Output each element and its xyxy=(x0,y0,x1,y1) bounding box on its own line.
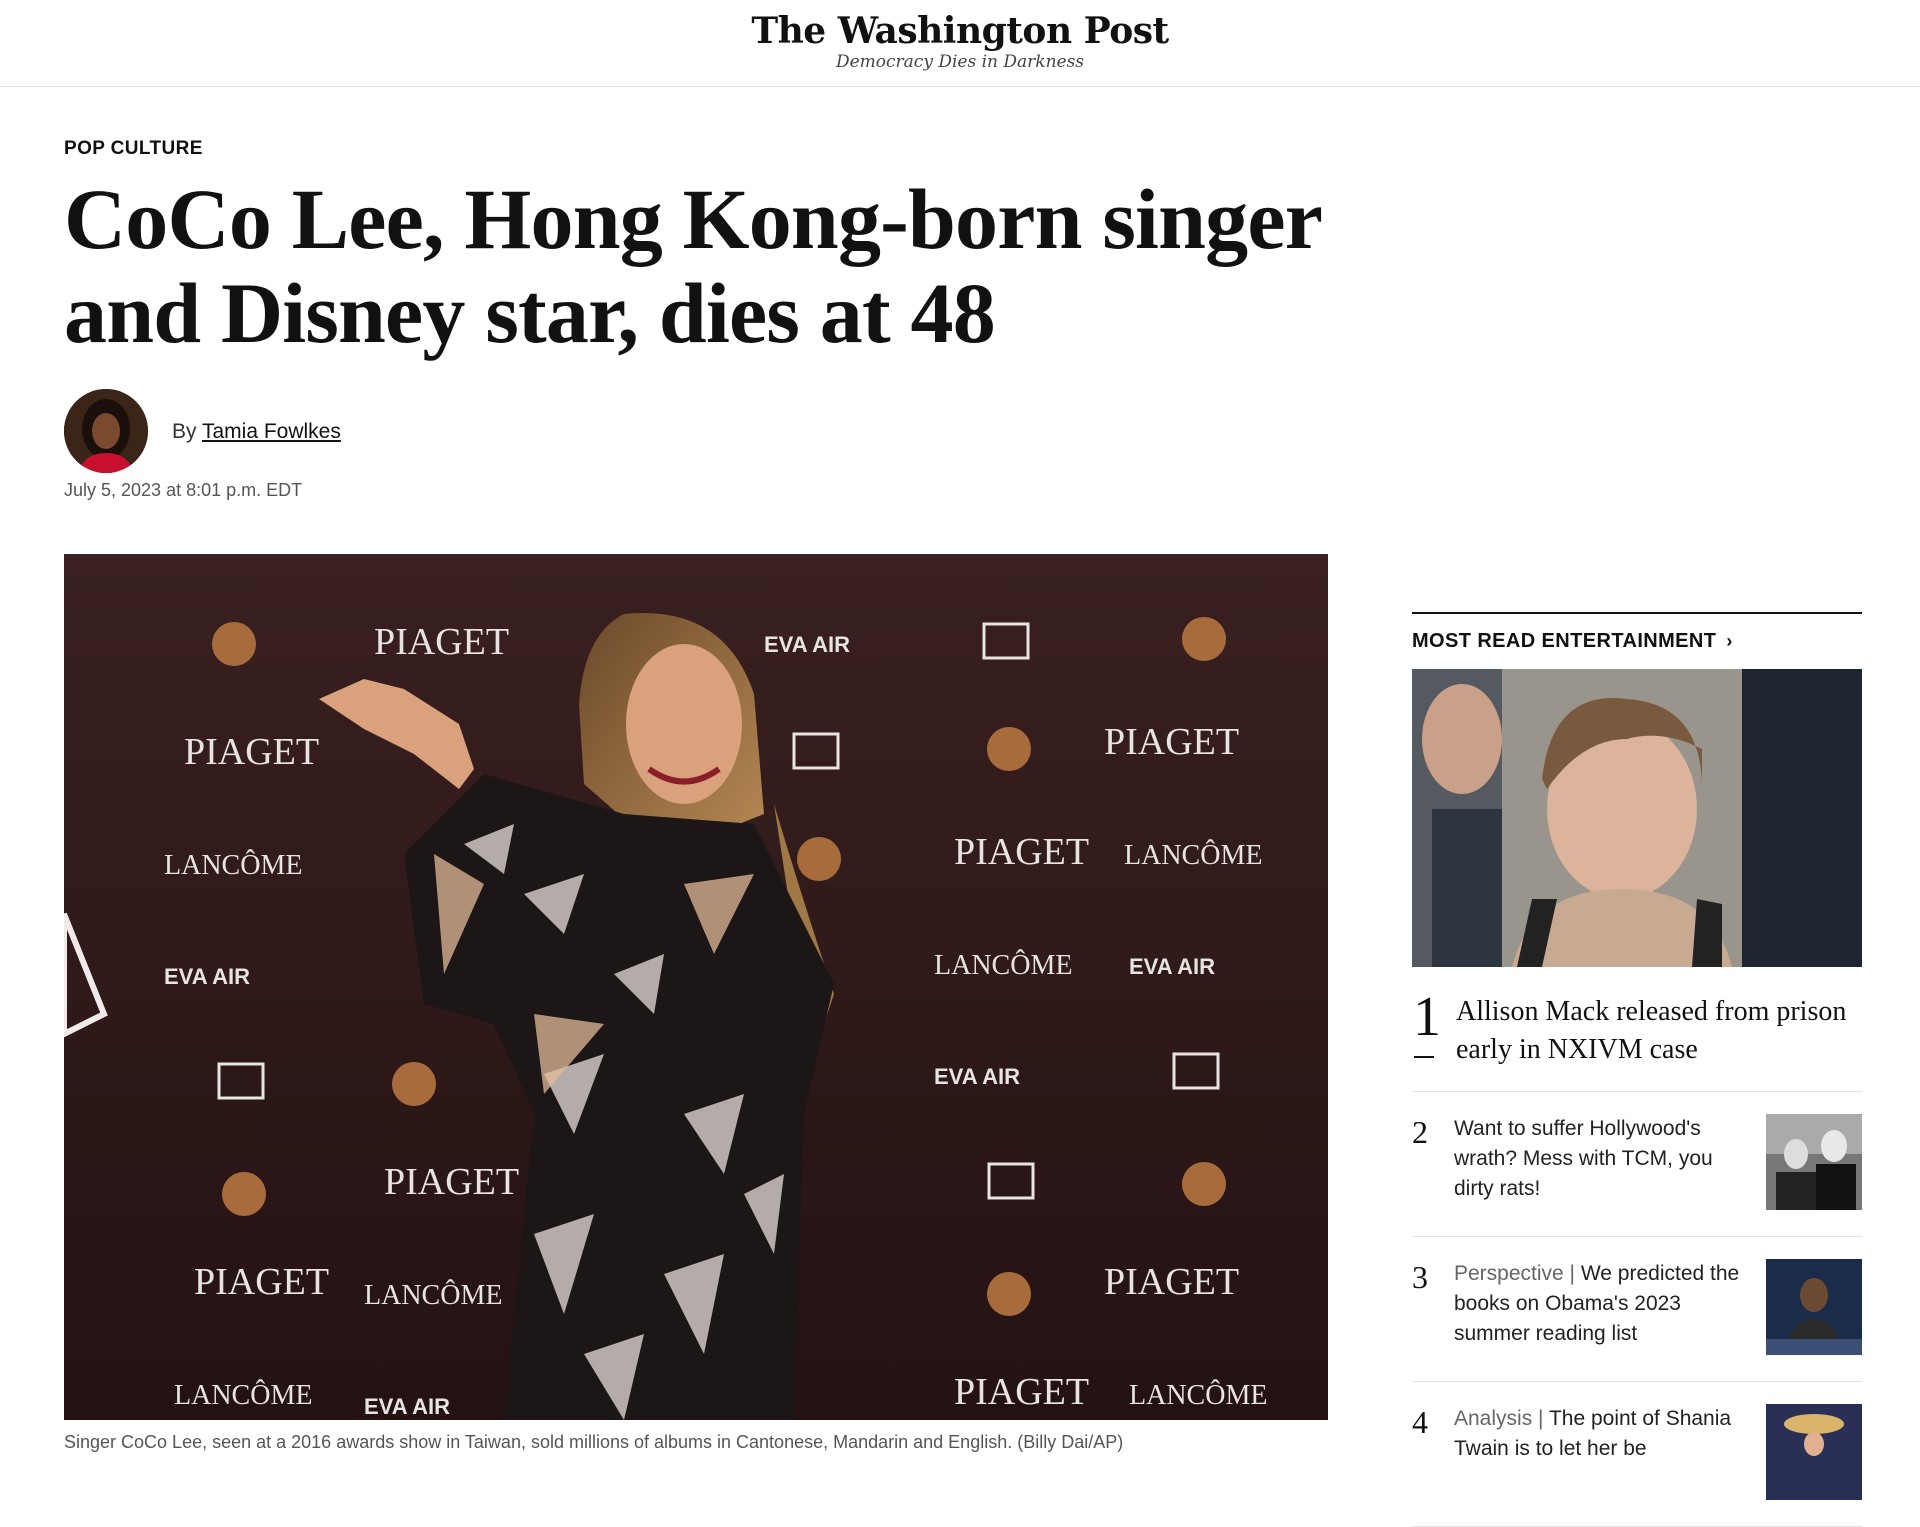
most-read-headline-text: Want to suffer Hollywood's wrath? Mess w… xyxy=(1454,1117,1713,1200)
most-read-headline: Allison Mack released from prison early … xyxy=(1456,993,1856,1069)
svg-text:LANCÔME: LANCÔME xyxy=(364,1280,502,1311)
most-read-thumbnail[interactable] xyxy=(1766,1404,1862,1500)
site-tagline: Democracy Dies in Darkness xyxy=(835,52,1085,72)
most-read-sidebar: MOST READ ENTERTAINMENT › 1 Allison Mack … xyxy=(1412,612,1862,1527)
most-read-item-2[interactable]: 2 Want to suffer Hollywood's wrath? Mess… xyxy=(1412,1092,1862,1237)
rank-underline xyxy=(1414,1056,1434,1058)
masthead: The Washington Post Democracy Dies in Da… xyxy=(0,0,1920,87)
most-read-headline: Want to suffer Hollywood's wrath? Mess w… xyxy=(1454,1114,1744,1204)
most-read-title-label: MOST READ ENTERTAINMENT xyxy=(1412,630,1717,652)
author-link[interactable]: Tamia Fowlkes xyxy=(202,420,341,443)
most-read-item-4[interactable]: 4 Analysis | The point of Shania Twain i… xyxy=(1412,1382,1862,1527)
svg-text:PIAGET: PIAGET xyxy=(954,1371,1089,1413)
most-read-thumbnail[interactable] xyxy=(1766,1114,1862,1210)
article-headline: CoCo Lee, Hong Kong-born singer and Disn… xyxy=(64,171,1321,361)
svg-text:LANCÔME: LANCÔME xyxy=(164,850,302,881)
svg-text:LANCÔME: LANCÔME xyxy=(1124,840,1262,871)
svg-text:EVA AIR: EVA AIR xyxy=(934,1064,1020,1089)
photo-caption: Singer CoCo Lee, seen at a 2016 awards s… xyxy=(64,1432,1124,1452)
author-avatar[interactable] xyxy=(64,389,148,473)
svg-text:PIAGET: PIAGET xyxy=(194,1261,329,1303)
thumbnail-image xyxy=(1766,1404,1862,1500)
most-read-item-1[interactable]: 1 Allison Mack released from prison earl… xyxy=(1412,967,1862,1092)
most-read-feature-image[interactable] xyxy=(1412,669,1862,967)
rank-number: 2 xyxy=(1412,1114,1428,1150)
author-avatar-image xyxy=(64,389,148,473)
section-kicker[interactable]: POP CULTURE xyxy=(64,138,203,160)
svg-text:PIAGET: PIAGET xyxy=(184,731,319,773)
most-read-headline: Perspective | We predicted the books on … xyxy=(1454,1259,1744,1349)
svg-text:PIAGET: PIAGET xyxy=(1104,1261,1239,1303)
story-label: Analysis | xyxy=(1454,1407,1549,1430)
publish-timestamp: July 5, 2023 at 8:01 p.m. EDT xyxy=(64,480,303,500)
svg-text:PIAGET: PIAGET xyxy=(384,1161,519,1203)
svg-text:PIAGET: PIAGET xyxy=(374,621,509,663)
most-read-item-3[interactable]: 3 Perspective | We predicted the books o… xyxy=(1412,1237,1862,1382)
byline: By Tamia Fowlkes xyxy=(172,420,341,444)
svg-text:PIAGET: PIAGET xyxy=(1104,721,1239,763)
most-read-headline: Analysis | The point of Shania Twain is … xyxy=(1454,1404,1744,1464)
lead-photo[interactable]: PIAGET PIAGET PIAGET PIAGET PIAGET PIAGE… xyxy=(64,554,1328,1420)
thumbnail-image xyxy=(1766,1259,1862,1355)
byline-prefix: By xyxy=(172,420,197,443)
svg-text:PIAGET: PIAGET xyxy=(954,831,1089,873)
most-read-thumbnail[interactable] xyxy=(1766,1259,1862,1355)
lead-photo-image: PIAGET PIAGET PIAGET PIAGET PIAGET PIAGE… xyxy=(64,554,1328,1420)
svg-text:EVA AIR: EVA AIR xyxy=(764,632,850,657)
svg-text:EVA AIR: EVA AIR xyxy=(164,964,250,989)
rank-number: 4 xyxy=(1412,1404,1428,1440)
most-read-title[interactable]: MOST READ ENTERTAINMENT › xyxy=(1412,630,1862,653)
svg-text:EVA AIR: EVA AIR xyxy=(1129,954,1215,979)
svg-text:LANCÔME: LANCÔME xyxy=(174,1380,312,1411)
svg-text:LANCÔME: LANCÔME xyxy=(934,950,1072,981)
most-read-headline-text: Allison Mack released from prison early … xyxy=(1456,996,1847,1065)
chevron-right-icon: › xyxy=(1726,631,1733,651)
svg-text:LANCÔME: LANCÔME xyxy=(1129,1380,1267,1411)
svg-text:EVA AIR: EVA AIR xyxy=(364,1394,450,1419)
rank-number: 3 xyxy=(1412,1259,1428,1295)
thumbnail-image xyxy=(1766,1114,1862,1210)
site-logo[interactable]: The Washington Post xyxy=(0,10,1920,52)
rank-number: 1 xyxy=(1413,986,1441,1048)
most-read-feature-photo xyxy=(1412,669,1862,967)
story-label: Perspective | xyxy=(1454,1262,1581,1285)
